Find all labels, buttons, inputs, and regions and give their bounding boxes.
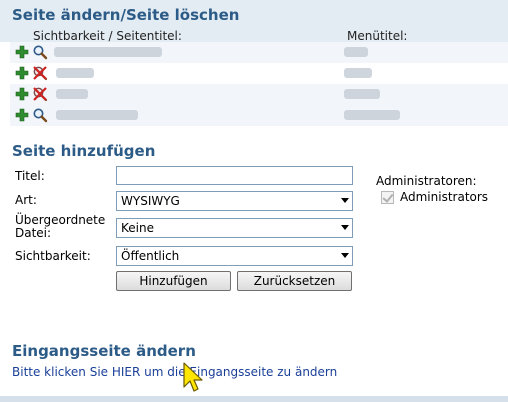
page-row bbox=[10, 42, 508, 63]
title-input[interactable] bbox=[116, 166, 353, 185]
add-icon[interactable] bbox=[14, 107, 30, 123]
blurred-menu-title bbox=[344, 110, 400, 120]
visibility-select-value: Öffentlich bbox=[121, 249, 180, 263]
section-title-start-page: Eingangsseite ändern bbox=[12, 342, 196, 360]
magnifier-icon[interactable] bbox=[32, 44, 48, 60]
administrators-checkbox[interactable] bbox=[381, 191, 394, 204]
parent-select-value: Keine bbox=[121, 221, 154, 235]
add-button[interactable]: Hinzufügen bbox=[116, 271, 231, 291]
parent-select[interactable]: Keine bbox=[116, 218, 353, 238]
blurred-page-title bbox=[56, 89, 88, 99]
section-title-change-delete: Seite ändern/Seite löschen bbox=[12, 6, 240, 24]
page-row bbox=[10, 105, 508, 126]
section-title-add-page: Seite hinzufügen bbox=[12, 142, 156, 160]
add-icon[interactable] bbox=[14, 44, 30, 60]
type-select[interactable]: WYSIWYG bbox=[116, 191, 353, 211]
add-icon[interactable] bbox=[14, 65, 30, 81]
mouse-cursor-icon bbox=[183, 362, 203, 392]
parent-label-line2: Datei: bbox=[15, 226, 52, 240]
blurred-page-title bbox=[54, 47, 162, 57]
visibility-select[interactable]: Öffentlich bbox=[116, 246, 353, 266]
blurred-menu-title bbox=[344, 47, 368, 57]
hidden-page-icon[interactable] bbox=[32, 65, 48, 81]
chevron-down-icon bbox=[341, 225, 349, 230]
administrators-option-label: Administrators bbox=[400, 190, 489, 204]
magnifier-icon[interactable] bbox=[32, 107, 48, 123]
administrators-label: Administratoren: bbox=[376, 174, 477, 188]
column-header-menu-title: Menütitel: bbox=[347, 29, 408, 43]
hidden-page-icon[interactable] bbox=[32, 86, 48, 102]
blurred-page-title bbox=[56, 68, 94, 78]
reset-button[interactable]: Zurücksetzen bbox=[237, 271, 352, 291]
blurred-menu-title bbox=[344, 68, 372, 78]
page-row bbox=[10, 63, 508, 84]
type-select-value: WYSIWYG bbox=[121, 194, 180, 208]
visibility-label: Sichtbarkeit: bbox=[15, 249, 91, 263]
change-start-page-link[interactable]: Bitte klicken Sie HIER um die Eingangsse… bbox=[12, 365, 337, 379]
footer-bar bbox=[0, 396, 508, 402]
title-label: Titel: bbox=[15, 169, 45, 183]
parent-label: Übergeordnete Datei: bbox=[15, 214, 105, 240]
type-label: Art: bbox=[15, 193, 37, 207]
chevron-down-icon bbox=[341, 253, 349, 258]
chevron-down-icon bbox=[341, 198, 349, 203]
blurred-page-title bbox=[56, 110, 138, 120]
add-icon[interactable] bbox=[14, 86, 30, 102]
blurred-menu-title bbox=[344, 89, 380, 99]
page-row bbox=[10, 84, 508, 105]
column-header-visibility: Sichtbarkeit / Seitentitel: bbox=[33, 29, 182, 43]
